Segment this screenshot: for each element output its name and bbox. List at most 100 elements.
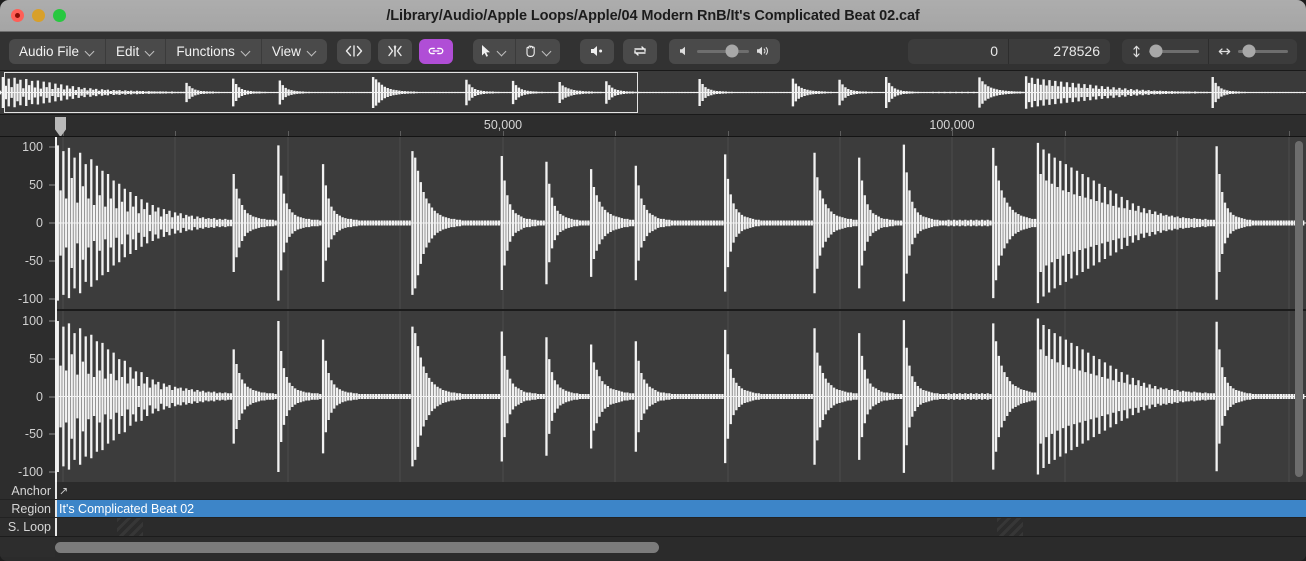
title-bar: /Library/Audio/Apple Loops/Apple/04 Mode… bbox=[0, 0, 1306, 32]
volume-slider-track[interactable] bbox=[696, 44, 749, 58]
pointer-tool[interactable] bbox=[473, 38, 516, 64]
vertical-scrollbar-thumb[interactable] bbox=[1295, 141, 1303, 477]
ruler-tick bbox=[1177, 131, 1178, 136]
vertical-zoom-slider[interactable] bbox=[1122, 38, 1209, 64]
close-window-button[interactable] bbox=[11, 9, 24, 22]
ruler-tick bbox=[615, 131, 616, 136]
amplitude-axis-label: 100 bbox=[22, 140, 43, 154]
tool-selector-group bbox=[472, 38, 560, 64]
horizontal-zoom-slider[interactable] bbox=[1209, 39, 1297, 64]
ruler-tick bbox=[288, 131, 289, 136]
menu-edit[interactable]: Edit bbox=[106, 38, 167, 64]
toolbar: Audio File Edit Functions View 0 278526 bbox=[0, 32, 1306, 71]
vertical-arrows-icon bbox=[1133, 45, 1140, 57]
anchor-marker-icon: ↗ bbox=[59, 485, 69, 497]
horizontal-arrows-icon bbox=[1218, 47, 1231, 55]
vertical-zoom-knob[interactable] bbox=[1149, 44, 1163, 58]
menu-functions-label: Functions bbox=[176, 43, 235, 59]
amplitude-axis-label: -100 bbox=[17, 465, 43, 479]
loop-hatch-left bbox=[117, 518, 143, 536]
chevron-down-icon bbox=[308, 47, 317, 56]
amplitude-axis-label: 0 bbox=[36, 216, 43, 230]
region-lane[interactable]: Region It's Complicated Beat 02 bbox=[0, 500, 1306, 518]
amplitude-axis: 100 100 50 50 0 0 -50 -50 -100 -100 bbox=[0, 137, 55, 482]
anchor-lane-label: Anchor bbox=[0, 482, 55, 499]
horizontal-zoom-track[interactable] bbox=[1238, 44, 1288, 58]
chevron-down-icon bbox=[86, 47, 95, 56]
region-lane-label: Region bbox=[0, 500, 55, 517]
amplitude-axis-label: -50 bbox=[24, 427, 43, 442]
ruler-tick bbox=[1065, 131, 1066, 136]
ruler-label: 100,000 bbox=[929, 118, 975, 132]
horizontal-scrollbar-gutter[interactable] bbox=[55, 541, 1288, 553]
edit-boundaries-button[interactable] bbox=[336, 38, 371, 64]
menu-audio-file-label: Audio File bbox=[19, 43, 80, 59]
region-name-label: It's Complicated Beat 02 bbox=[59, 501, 195, 516]
amplitude-axis-label: 50 bbox=[29, 178, 43, 192]
transient-markers-button[interactable] bbox=[377, 38, 412, 64]
amplitude-axis-label: -50 bbox=[24, 254, 43, 268]
right-channel-waveform bbox=[55, 311, 1306, 482]
chevron-down-icon bbox=[242, 47, 251, 56]
left-channel-waveform bbox=[55, 137, 1306, 309]
selection-end-field[interactable]: 278526 bbox=[1009, 39, 1110, 64]
minimize-window-button[interactable] bbox=[32, 9, 45, 22]
loop-hatch-right bbox=[997, 518, 1023, 536]
cycle-button[interactable] bbox=[622, 38, 657, 64]
horizontal-scrollbar[interactable] bbox=[0, 536, 1306, 557]
menu-edit-label: Edit bbox=[116, 43, 140, 59]
scrollbar-corner bbox=[0, 537, 55, 557]
anchor-lane-body[interactable]: ↗ bbox=[55, 482, 1306, 499]
ruler-label: 50,000 bbox=[483, 118, 523, 132]
vertical-scrollbar[interactable] bbox=[1295, 141, 1303, 477]
zoom-controls bbox=[1122, 38, 1297, 64]
hand-icon bbox=[526, 45, 535, 57]
chevron-down-icon bbox=[498, 47, 507, 56]
selection-range-fields: 0 278526 bbox=[908, 38, 1110, 64]
angle-brackets-icon bbox=[345, 45, 363, 57]
amplitude-axis-label: -100 bbox=[17, 292, 43, 306]
volume-slider-knob[interactable] bbox=[725, 44, 739, 58]
overview-waveform bbox=[0, 76, 1306, 109]
amplitude-axis-label: 100 bbox=[22, 314, 43, 328]
speaker-low-icon bbox=[679, 46, 685, 56]
chain-link-icon bbox=[428, 47, 444, 55]
horizontal-scrollbar-thumb[interactable] bbox=[55, 541, 659, 553]
playhead-handle[interactable] bbox=[55, 117, 66, 136]
amplitude-axis-label: 50 bbox=[29, 351, 43, 366]
timeline-ruler[interactable]: 50,000100,000 ) bbox=[0, 115, 1306, 137]
anchor-lane[interactable]: Anchor ↗ bbox=[0, 482, 1306, 500]
menu-bar: Audio File Edit Functions View bbox=[9, 38, 327, 64]
waveform-channel-right[interactable] bbox=[55, 311, 1306, 482]
sample-loop-lane-body[interactable] bbox=[55, 518, 1306, 536]
ruler-tick bbox=[175, 131, 176, 136]
hand-tool[interactable] bbox=[516, 39, 560, 64]
waveform-display[interactable]: 100 100 50 50 0 0 -50 -50 -100 -100 bbox=[0, 137, 1306, 482]
menu-audio-file[interactable]: Audio File bbox=[9, 38, 107, 64]
ruler-tick bbox=[840, 131, 841, 136]
menu-functions[interactable]: Functions bbox=[166, 38, 262, 64]
sample-loop-lane-label: S. Loop bbox=[0, 518, 55, 536]
waveform-channel-left[interactable] bbox=[55, 137, 1306, 309]
sample-loop-lane[interactable]: S. Loop bbox=[0, 518, 1306, 536]
menu-view[interactable]: View bbox=[262, 39, 327, 64]
link-button[interactable] bbox=[418, 38, 453, 64]
overview-waveform-strip[interactable] bbox=[0, 71, 1306, 115]
volume-control[interactable] bbox=[668, 38, 780, 64]
window-controls bbox=[11, 9, 66, 22]
window-title: /Library/Audio/Apple Loops/Apple/04 Mode… bbox=[386, 7, 920, 24]
horizontal-zoom-knob[interactable] bbox=[1242, 44, 1256, 58]
selection-start-field[interactable]: 0 bbox=[908, 38, 1009, 64]
menu-view-label: View bbox=[271, 43, 301, 59]
transient-flag-icon bbox=[388, 45, 402, 57]
ruler-tick bbox=[400, 131, 401, 136]
chevron-down-icon bbox=[543, 47, 552, 56]
preview-button[interactable] bbox=[579, 38, 614, 64]
playhead-line bbox=[55, 137, 57, 482]
maximize-window-button[interactable] bbox=[53, 9, 66, 22]
channel-separator bbox=[0, 309, 1306, 311]
vertical-zoom-track[interactable] bbox=[1149, 44, 1199, 58]
ruler-tick bbox=[1289, 131, 1290, 136]
speaker-high-icon bbox=[756, 46, 768, 56]
region-lane-body[interactable]: It's Complicated Beat 02 bbox=[55, 500, 1306, 517]
